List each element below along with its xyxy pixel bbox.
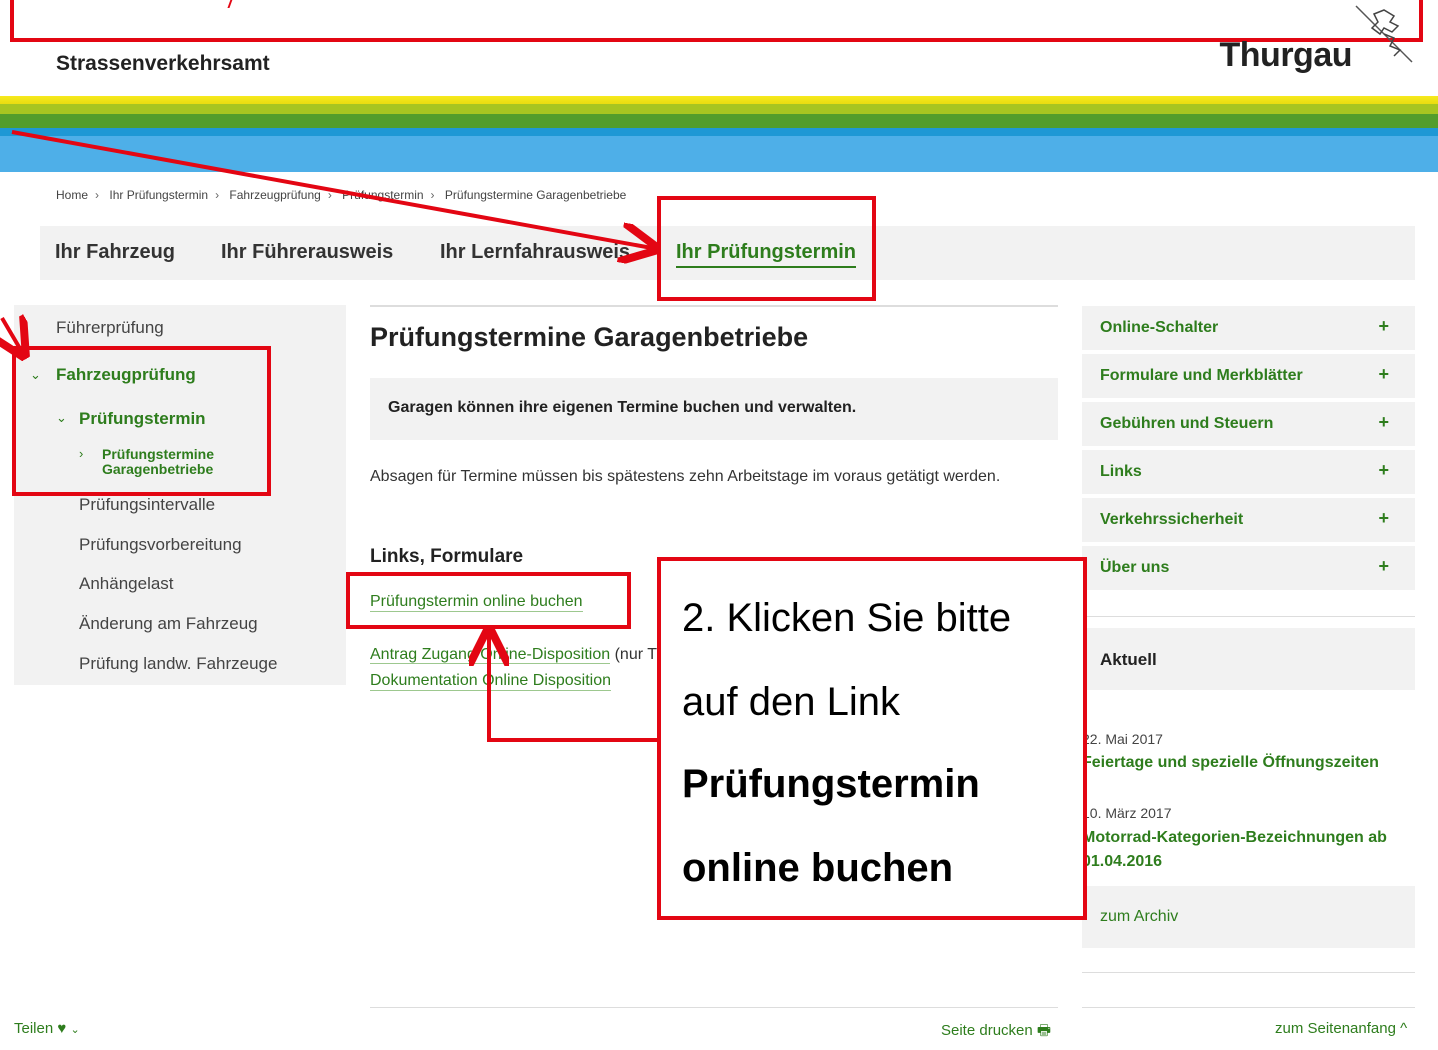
annotation-arrow-sidebar [2, 318, 22, 352]
annotation-arrows [0, 130, 1438, 742]
annotation-arrow-tab [11, 130, 652, 248]
annotation-arrow-link [489, 634, 657, 742]
